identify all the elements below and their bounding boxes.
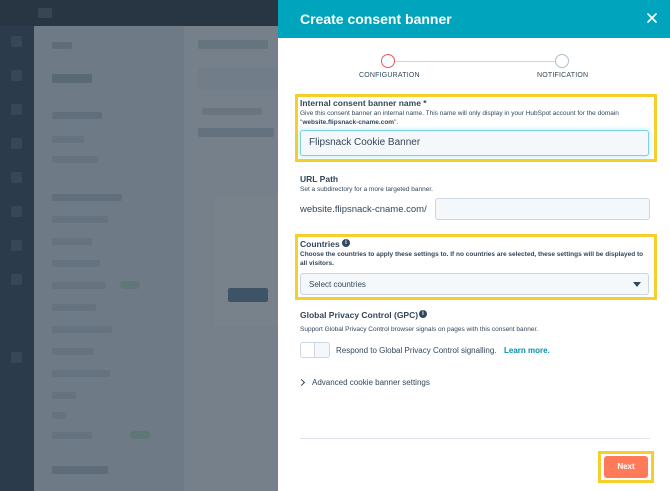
background-app xyxy=(0,0,278,491)
gpc-help: Support Global Privacy Control browser s… xyxy=(300,326,539,333)
countries-select[interactable]: Select countries xyxy=(300,273,649,295)
stepper-line xyxy=(395,61,562,62)
url-path-prefix: website.flipsnack-cname.com/ xyxy=(300,204,427,215)
info-icon[interactable]: i xyxy=(342,239,350,247)
gpc-label: Global Privacy Control (GPC) xyxy=(300,310,419,320)
advanced-settings-toggle[interactable]: Advanced cookie banner settings xyxy=(312,378,430,387)
step-notification-indicator xyxy=(555,54,569,68)
consent-banner-panel: Create consent banner CONFIGURATION NOTI… xyxy=(278,0,670,491)
countries-label: Countries xyxy=(300,239,340,249)
panel-header: Create consent banner xyxy=(278,0,670,38)
gpc-toggle[interactable] xyxy=(300,342,330,358)
step-notification-label: NOTIFICATION xyxy=(537,72,589,79)
progress-stepper: CONFIGURATION NOTIFICATION xyxy=(278,38,670,90)
footer-divider xyxy=(300,438,650,439)
banner-name-input[interactable]: Flipsnack Cookie Banner xyxy=(300,130,649,156)
chevron-right-icon[interactable] xyxy=(297,378,306,387)
url-path-help: Set a subdirectory for a more targeted b… xyxy=(300,186,433,193)
step-configuration-indicator xyxy=(381,54,395,68)
info-icon[interactable]: i xyxy=(419,310,427,318)
close-button[interactable] xyxy=(644,10,660,26)
banner-name-help: Give this consent banner an internal nam… xyxy=(300,110,619,126)
modal-overlay[interactable] xyxy=(0,0,278,491)
countries-help: Choose the countries to apply these sett… xyxy=(300,251,644,267)
next-button[interactable]: Next xyxy=(604,456,648,478)
step-configuration-label: CONFIGURATION xyxy=(359,72,420,79)
caret-down-icon xyxy=(633,282,641,287)
countries-select-value: Select countries xyxy=(309,280,366,289)
gpc-toggle-label: Respond to Global Privacy Control signal… xyxy=(336,346,497,355)
url-path-input[interactable] xyxy=(435,198,650,220)
panel-title: Create consent banner xyxy=(300,11,452,27)
url-path-label: URL Path xyxy=(300,174,339,184)
banner-name-label: Internal consent banner name * xyxy=(300,98,427,108)
close-icon xyxy=(647,13,657,23)
learn-more-link[interactable]: Learn more. xyxy=(504,346,550,355)
toggle-knob xyxy=(301,343,315,357)
